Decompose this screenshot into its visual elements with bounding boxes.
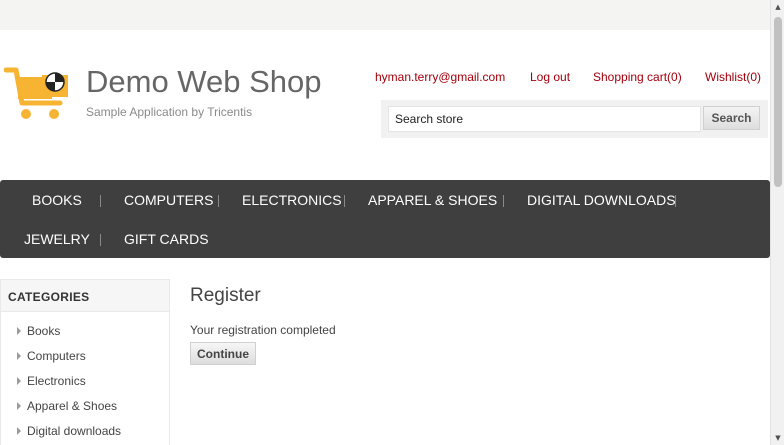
menu-item-books[interactable]: BOOKS: [32, 192, 82, 208]
continue-button[interactable]: Continue: [190, 342, 256, 365]
menu-separator: [100, 234, 101, 246]
category-label[interactable]: Books: [27, 324, 60, 338]
category-label[interactable]: Digital downloads: [27, 424, 121, 438]
category-item-computers[interactable]: Computers: [17, 349, 86, 363]
category-label[interactable]: Computers: [27, 349, 86, 363]
menu-separator: [675, 195, 676, 207]
scrollbar-thumb[interactable]: [774, 17, 782, 187]
chevron-right-icon: [17, 402, 21, 410]
category-item-electronics[interactable]: Electronics: [17, 374, 86, 388]
menu-item-electronics[interactable]: ELECTRONICS: [242, 192, 342, 208]
search-button[interactable]: Search: [703, 106, 760, 130]
menu-item-gift-cards[interactable]: GIFT CARDS: [124, 231, 209, 247]
search-input[interactable]: Search store: [388, 106, 701, 132]
menu-separator: [503, 195, 504, 207]
menu-separator: [344, 195, 345, 207]
chevron-right-icon: [17, 377, 21, 385]
menu-separator: [218, 195, 219, 207]
category-label[interactable]: Electronics: [27, 374, 86, 388]
site-title[interactable]: Demo Web Shop: [86, 64, 322, 100]
menu-item-jewelry[interactable]: JEWELRY: [24, 231, 90, 247]
menu-item-digital-downloads[interactable]: DIGITAL DOWNLOADS: [527, 192, 676, 208]
top-menu: BOOKS COMPUTERS ELECTRONICS APPAREL & SH…: [0, 180, 770, 258]
site-subtitle: Sample Application by Tricentis: [86, 105, 253, 119]
top-strip: [0, 0, 770, 30]
wishlist-link[interactable]: Wishlist(0): [705, 70, 761, 84]
shopping-cart-logo-icon[interactable]: [3, 67, 74, 123]
shopping-cart-link[interactable]: Shopping cart(0): [593, 70, 682, 84]
menu-item-apparel-shoes[interactable]: APPAREL & SHOES: [368, 192, 497, 208]
categories-title: CATEGORIES: [1, 280, 169, 312]
menu-item-computers[interactable]: COMPUTERS: [124, 192, 213, 208]
category-item-books[interactable]: Books: [17, 324, 60, 338]
logout-link[interactable]: Log out: [530, 70, 570, 84]
chevron-right-icon: [17, 327, 21, 335]
chevron-right-icon: [17, 427, 21, 435]
registration-result: Your registration completed: [190, 323, 336, 337]
category-item-apparel-shoes[interactable]: Apparel & Shoes: [17, 399, 117, 413]
menu-separator: [100, 195, 101, 207]
categories-block: CATEGORIES Books Computers Electronics A…: [0, 279, 170, 445]
chevron-right-icon: [17, 352, 21, 360]
page-title: Register: [190, 285, 261, 306]
search-box: Search store Search: [381, 100, 768, 138]
scroll-down-icon[interactable]: ▼: [771, 431, 784, 445]
account-link[interactable]: hyman.terry@gmail.com: [375, 70, 505, 84]
category-item-digital-downloads[interactable]: Digital downloads: [17, 424, 121, 438]
vertical-scrollbar[interactable]: ▲ ▼: [770, 0, 784, 445]
category-label[interactable]: Apparel & Shoes: [27, 399, 117, 413]
scroll-up-icon[interactable]: ▲: [771, 0, 784, 14]
